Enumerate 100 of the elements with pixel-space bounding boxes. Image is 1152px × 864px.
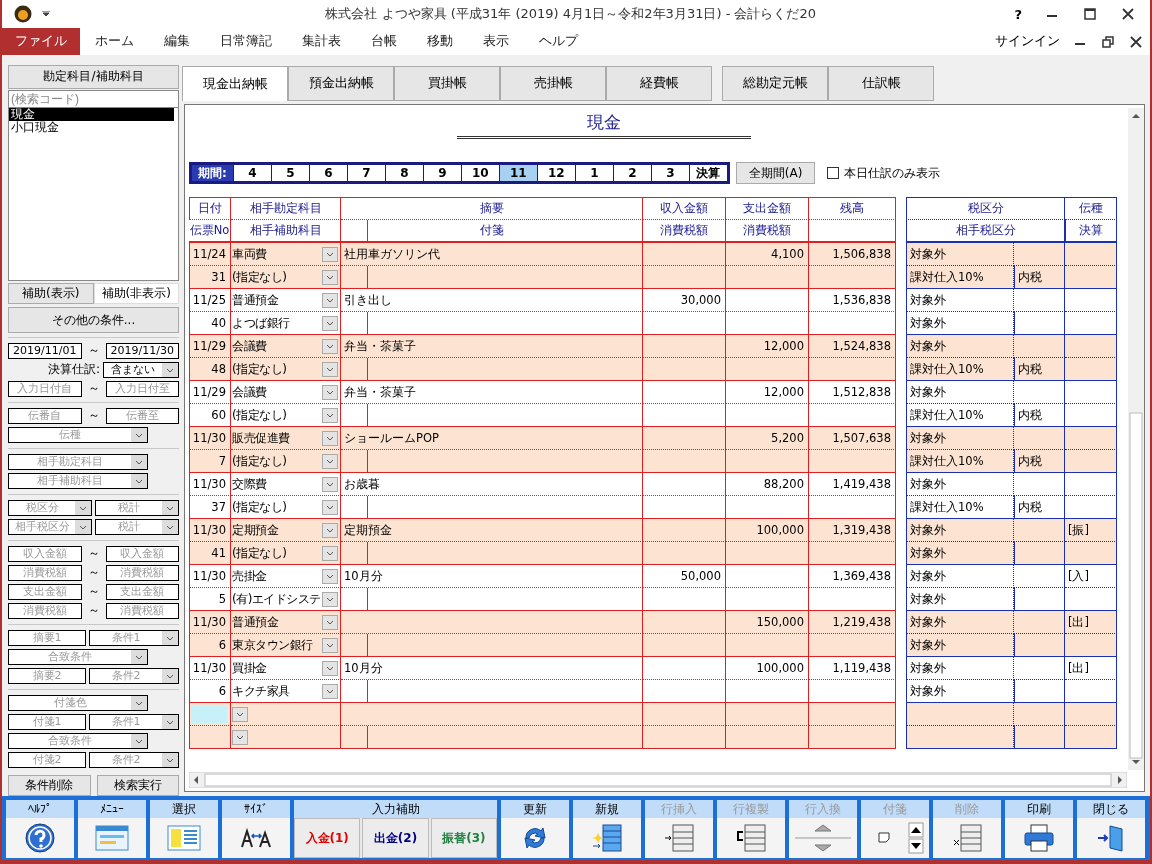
- entry-type-button[interactable]: 入金(1): [294, 818, 361, 858]
- date-field[interactable]: 2019/11/30: [105, 342, 179, 359]
- help-button[interactable]: ?: [1011, 6, 1028, 22]
- filter-dropdown[interactable]: 含まない: [103, 361, 179, 378]
- sign-in-link[interactable]: サインイン: [989, 32, 1066, 51]
- period-month[interactable]: 4: [233, 165, 271, 181]
- printer-icon[interactable]: [1023, 824, 1055, 852]
- ledger-tab[interactable]: 預金出納帳: [288, 66, 394, 101]
- dropdown-button[interactable]: [322, 614, 338, 630]
- filter-action-button[interactable]: 条件削除: [8, 775, 91, 796]
- menu-item[interactable]: 日常簿記: [205, 28, 287, 55]
- filter-field[interactable]: 消費税額: [105, 564, 179, 581]
- sub-account-tab[interactable]: 補助(表示): [8, 283, 94, 305]
- menu-window-icon[interactable]: [95, 825, 129, 851]
- dropdown-button[interactable]: [322, 637, 338, 653]
- period-month[interactable]: 6: [309, 165, 347, 181]
- dropdown-button[interactable]: [322, 269, 338, 285]
- date-field[interactable]: 2019/11/01: [8, 342, 82, 359]
- dropdown-button[interactable]: [322, 407, 338, 423]
- dropdown-button[interactable]: [322, 568, 338, 584]
- menu-item[interactable]: 台帳: [356, 28, 412, 55]
- period-month[interactable]: 9: [423, 165, 461, 181]
- filter-field[interactable]: 消費税額: [105, 602, 179, 619]
- close-icon[interactable]: [1130, 35, 1142, 48]
- ledger-tab[interactable]: 売掛帳: [500, 66, 606, 101]
- filter-field[interactable]: 収入金額: [105, 545, 179, 562]
- filter-field[interactable]: 付箋2: [8, 751, 86, 768]
- dropdown-button[interactable]: [322, 499, 338, 515]
- table-cell: [1014, 726, 1065, 749]
- account-header-button[interactable]: 勘定科目/補助科目: [8, 65, 179, 89]
- search-field[interactable]: (検索コード): [8, 89, 179, 108]
- period-month[interactable]: 11: [499, 165, 537, 181]
- restore-icon[interactable]: [1102, 35, 1114, 48]
- all-period-button[interactable]: 全期間(A): [735, 162, 816, 184]
- dropdown-button[interactable]: [322, 430, 338, 446]
- exit-door-icon[interactable]: [1096, 823, 1126, 853]
- menu-item[interactable]: 編集: [149, 28, 205, 55]
- dropdown-button[interactable]: [322, 315, 338, 331]
- menu-item[interactable]: 移動: [412, 28, 468, 55]
- dropdown-button[interactable]: [322, 246, 338, 262]
- dropdown-button[interactable]: [322, 453, 338, 469]
- menu-item[interactable]: ヘルプ: [524, 28, 593, 55]
- menu-item[interactable]: ファイル: [2, 28, 80, 55]
- period-month[interactable]: 8: [385, 165, 423, 181]
- dropdown-button[interactable]: [322, 476, 338, 492]
- filter-field[interactable]: 伝番自: [8, 407, 82, 424]
- dropdown-button[interactable]: [322, 292, 338, 308]
- close-icon[interactable]: [1122, 8, 1134, 20]
- dropdown-button[interactable]: [322, 384, 338, 400]
- period-month[interactable]: 10: [461, 165, 499, 181]
- period-month[interactable]: 2: [613, 165, 651, 181]
- checkbox[interactable]: [827, 167, 840, 179]
- ledger-tab[interactable]: 総勘定元帳: [722, 66, 828, 101]
- filter-field[interactable]: 消費税額: [8, 602, 82, 619]
- ledger-tab[interactable]: 経費帳: [606, 66, 712, 101]
- vertical-scrollbar[interactable]: [1128, 108, 1144, 770]
- sub-account-tab[interactable]: 補助(非表示): [93, 283, 179, 305]
- font-size-icon[interactable]: [240, 827, 272, 849]
- filter-field[interactable]: 支出金額: [105, 583, 179, 600]
- dropdown-button[interactable]: [232, 729, 248, 745]
- period-month[interactable]: 7: [347, 165, 385, 181]
- menu-item[interactable]: 集計表: [287, 28, 356, 55]
- period-month[interactable]: 3: [651, 165, 689, 181]
- menu-item[interactable]: ホーム: [80, 28, 149, 55]
- filter-action-button[interactable]: 検索実行: [96, 775, 179, 796]
- ledger-tab[interactable]: 買掛帳: [394, 66, 500, 101]
- form-icon[interactable]: [167, 825, 201, 851]
- dropdown-button[interactable]: [322, 361, 338, 377]
- maximize-icon[interactable]: [1084, 8, 1096, 20]
- dropdown-button[interactable]: [322, 591, 338, 607]
- account-item[interactable]: 小口現金: [9, 120, 174, 134]
- horizontal-scrollbar[interactable]: [189, 772, 1127, 788]
- filter-field[interactable]: 付箋1: [8, 713, 86, 730]
- ledger-tab[interactable]: 現金出納帳: [182, 66, 288, 101]
- filter-field[interactable]: 伝番至: [105, 407, 179, 424]
- period-month[interactable]: 12: [537, 165, 575, 181]
- filter-field[interactable]: 入力日付自: [8, 380, 82, 397]
- help-icon[interactable]: [25, 823, 55, 853]
- filter-field[interactable]: 支出金額: [8, 583, 82, 600]
- dropdown-button[interactable]: [322, 660, 338, 676]
- filter-field[interactable]: 入力日付至: [105, 380, 179, 397]
- quick-access-icon[interactable]: [42, 11, 50, 17]
- dropdown-button[interactable]: [322, 522, 338, 538]
- dropdown-button[interactable]: [232, 706, 248, 722]
- filter-field[interactable]: 消費税額: [8, 564, 82, 581]
- period-month[interactable]: 5: [271, 165, 309, 181]
- period-month[interactable]: 決算: [689, 165, 727, 181]
- period-month[interactable]: 1: [575, 165, 613, 181]
- new-row-icon[interactable]: [591, 824, 623, 852]
- dropdown-button[interactable]: [322, 338, 338, 354]
- filter-field[interactable]: 摘要2: [8, 667, 86, 684]
- more-conditions-button[interactable]: その他の条件...: [8, 307, 179, 333]
- menu-item[interactable]: 表示: [468, 28, 524, 55]
- entry-type-button[interactable]: 振替(3): [430, 818, 497, 858]
- entry-type-button[interactable]: 出金(2): [362, 818, 429, 858]
- ledger-tab[interactable]: 仕訳帳: [828, 66, 934, 101]
- filter-field[interactable]: 収入金額: [8, 545, 82, 562]
- filter-field[interactable]: 摘要1: [8, 629, 86, 646]
- dropdown-button[interactable]: [322, 545, 338, 561]
- dropdown-button[interactable]: [322, 683, 338, 699]
